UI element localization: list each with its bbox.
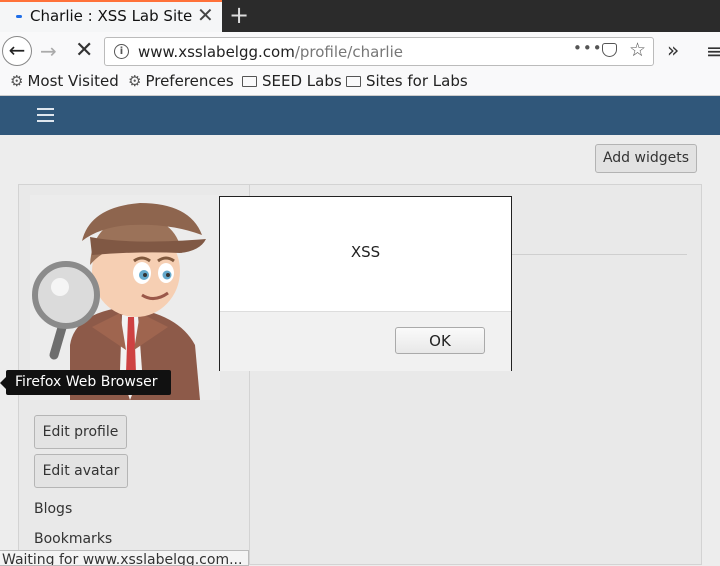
bookmark-label: Preferences bbox=[145, 72, 234, 90]
new-tab-icon[interactable]: + bbox=[229, 1, 249, 29]
navigation-toolbar: ← → ✕ i www.xsslabelgg.com/profile/charl… bbox=[0, 32, 720, 70]
tab-bar: Charlie : XSS Lab Site ✕ + bbox=[0, 0, 720, 32]
bookmark-star-icon[interactable]: ☆ bbox=[629, 39, 646, 61]
add-widgets-button[interactable]: Add widgets bbox=[595, 144, 697, 173]
bookmark-preferences[interactable]: ⚙ Preferences bbox=[128, 72, 234, 90]
ok-button[interactable]: OK bbox=[395, 327, 485, 354]
tab-active[interactable]: Charlie : XSS Lab Site ✕ bbox=[0, 0, 222, 32]
forward-button[interactable]: → bbox=[40, 38, 57, 64]
edit-avatar-button[interactable]: Edit avatar bbox=[34, 454, 128, 488]
page-actions-icon[interactable]: ••• bbox=[573, 39, 603, 57]
folder-icon bbox=[346, 76, 361, 87]
tab-close-icon[interactable]: ✕ bbox=[197, 5, 214, 25]
url-text[interactable]: www.xsslabelgg.com/profile/charlie bbox=[138, 43, 403, 61]
url-host: www.xsslabelgg.com bbox=[138, 43, 295, 61]
tab-title: Charlie : XSS Lab Site bbox=[30, 7, 193, 25]
divider bbox=[511, 254, 687, 255]
pocket-icon[interactable] bbox=[602, 43, 617, 57]
alert-footer: OK bbox=[220, 311, 511, 371]
bookmark-label: Sites for Labs bbox=[366, 72, 468, 90]
folder-icon bbox=[242, 76, 257, 87]
alert-dialog: XSS OK bbox=[219, 196, 512, 371]
bookmark-seed-labs[interactable]: SEED Labs bbox=[242, 72, 342, 90]
edit-profile-button[interactable]: Edit profile bbox=[34, 415, 127, 449]
bookmark-most-visited[interactable]: ⚙ Most Visited bbox=[10, 72, 119, 90]
status-bar: Waiting for www.xsslabelgg.com... bbox=[0, 550, 249, 566]
toolbar-overflow-icon[interactable]: » bbox=[667, 37, 679, 63]
hamburger-menu-icon[interactable] bbox=[37, 108, 54, 122]
info-icon[interactable]: i bbox=[114, 44, 129, 59]
gear-icon: ⚙ bbox=[128, 72, 142, 90]
stop-loading-button[interactable]: ✕ bbox=[75, 37, 93, 65]
link-blogs[interactable]: Blogs bbox=[34, 501, 72, 517]
bookmark-label: SEED Labs bbox=[262, 72, 342, 90]
bookmark-sites-for-labs[interactable]: Sites for Labs bbox=[346, 72, 468, 90]
url-bar[interactable]: i www.xsslabelgg.com/profile/charlie •••… bbox=[104, 37, 654, 66]
tooltip: Firefox Web Browser bbox=[0, 370, 171, 395]
alert-message: XSS bbox=[350, 243, 381, 261]
gear-icon: ⚙ bbox=[10, 72, 24, 90]
app-menu-icon[interactable]: ≡ bbox=[706, 38, 720, 64]
url-path: /profile/charlie bbox=[294, 43, 403, 61]
bookmark-label: Most Visited bbox=[27, 72, 119, 90]
link-bookmarks[interactable]: Bookmarks bbox=[34, 531, 112, 547]
bookmarks-toolbar: ⚙ Most Visited ⚙ Preferences SEED Labs Sit… bbox=[0, 70, 720, 96]
loading-favicon-icon bbox=[16, 15, 22, 18]
back-button[interactable]: ← bbox=[2, 36, 32, 66]
site-header bbox=[0, 96, 720, 135]
